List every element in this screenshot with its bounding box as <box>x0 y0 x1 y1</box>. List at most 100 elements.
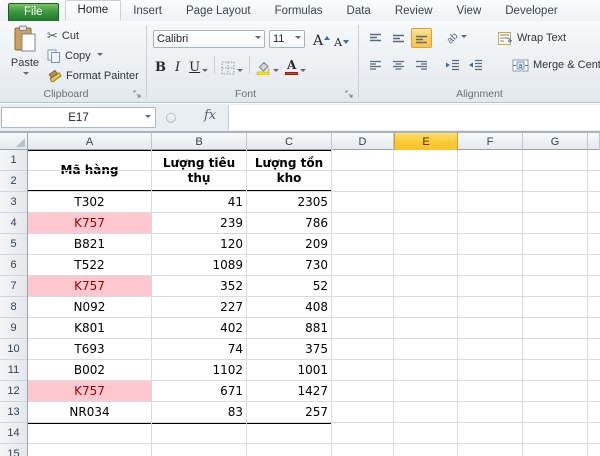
ribbon-tab-insert[interactable]: Insert <box>121 2 174 21</box>
consumption-cell[interactable]: 74 <box>152 339 247 359</box>
ribbon-tab-page-layout[interactable]: Page Layout <box>174 2 263 21</box>
row-header-13[interactable]: 13 <box>0 402 27 423</box>
format-painter-button[interactable]: Format Painter <box>47 66 139 86</box>
align-center-button[interactable] <box>388 55 409 75</box>
sheet-grid[interactable]: Mã hàng Lượng tiêu thụ Lượng tồn kho T302 41… <box>28 150 600 456</box>
font-dialog-launcher-icon[interactable] <box>345 90 354 99</box>
stock-cell[interactable]: 730 <box>247 255 332 275</box>
item-code-cell[interactable]: B821 <box>28 234 152 254</box>
fill-color-button[interactable] <box>256 55 280 75</box>
stock-cell[interactable]: 2305 <box>247 192 332 212</box>
row-header-4[interactable]: 4 <box>0 213 27 234</box>
borders-dropdown-icon[interactable] <box>237 69 244 75</box>
item-code-cell[interactable]: NR034 <box>28 402 152 422</box>
stock-cell[interactable]: 52 <box>247 276 332 296</box>
column-header-partial[interactable] <box>588 133 600 150</box>
wrap-text-button[interactable]: Wrap Text <box>498 31 566 45</box>
formula-input[interactable] <box>228 105 600 130</box>
row-header-2[interactable]: 2 <box>0 171 27 192</box>
stock-cell[interactable]: 408 <box>247 297 332 317</box>
increase-indent-button[interactable] <box>465 55 486 75</box>
ribbon-tab-data[interactable]: Data <box>335 2 383 21</box>
insert-function-button[interactable]: fx <box>204 108 216 123</box>
row-header-12[interactable]: 12 <box>0 381 27 402</box>
merge-center-button[interactable]: a Merge & Center <box>512 59 600 72</box>
row-header-6[interactable]: 6 <box>0 255 27 276</box>
italic-button[interactable]: I <box>172 55 183 75</box>
bold-button[interactable]: B <box>155 55 166 75</box>
consumption-cell[interactable]: 120 <box>152 234 247 254</box>
font-color-button[interactable]: A <box>285 55 307 75</box>
consumption-cell[interactable]: 227 <box>152 297 247 317</box>
consumption-cell[interactable]: 41 <box>152 192 247 212</box>
column-header-F[interactable]: F <box>458 133 523 150</box>
item-code-cell[interactable]: K757 <box>28 213 152 233</box>
ribbon-tab-home[interactable]: Home <box>64 0 122 21</box>
column-header-G[interactable]: G <box>523 133 588 150</box>
bottom-align-button[interactable] <box>411 28 432 48</box>
item-code-cell[interactable]: T302 <box>28 192 152 212</box>
shrink-font-button[interactable]: A <box>334 29 350 49</box>
decrease-indent-button[interactable] <box>442 55 463 75</box>
copy-button[interactable]: Copy <box>47 46 139 66</box>
paste-button[interactable]: Paste <box>5 25 45 95</box>
stock-cell[interactable]: 881 <box>247 318 332 338</box>
consumption-cell[interactable]: 239 <box>152 213 247 233</box>
column-header-B[interactable]: B <box>152 133 247 150</box>
row-header-14[interactable]: 14 <box>0 423 27 444</box>
name-box-resize-grip[interactable] <box>166 113 176 123</box>
name-box[interactable]: E17 <box>1 107 156 128</box>
stock-cell[interactable]: 1427 <box>247 381 332 401</box>
middle-align-button[interactable] <box>388 28 409 48</box>
column-header-C[interactable]: C <box>247 133 332 150</box>
ribbon-tab-view[interactable]: View <box>445 2 494 21</box>
paste-dropdown-icon[interactable] <box>23 72 29 78</box>
orientation-button[interactable]: ab <box>442 28 472 48</box>
align-right-button[interactable] <box>411 55 432 75</box>
consumption-cell[interactable]: 402 <box>152 318 247 338</box>
ribbon-tab-formulas[interactable]: Formulas <box>263 2 335 21</box>
copy-dropdown-icon[interactable] <box>96 53 103 59</box>
row-header-3[interactable]: 3 <box>0 192 27 213</box>
stock-cell[interactable]: 257 <box>247 402 332 422</box>
grow-font-button[interactable]: A <box>313 29 331 49</box>
consumption-cell[interactable]: 1102 <box>152 360 247 380</box>
column-header-E[interactable]: E <box>394 133 458 150</box>
clipboard-dialog-launcher-icon[interactable] <box>133 90 142 99</box>
underline-dropdown-icon[interactable] <box>202 69 209 75</box>
item-code-cell[interactable]: B002 <box>28 360 152 380</box>
row-header-10[interactable]: 10 <box>0 339 27 360</box>
column-header-A[interactable]: A <box>28 133 152 150</box>
font-color-dropdown-icon[interactable] <box>300 69 307 75</box>
item-code-cell[interactable]: N092 <box>28 297 152 317</box>
row-header-9[interactable]: 9 <box>0 318 27 339</box>
item-code-cell[interactable]: T693 <box>28 339 152 359</box>
stock-cell[interactable]: 786 <box>247 213 332 233</box>
row-header-8[interactable]: 8 <box>0 297 27 318</box>
ribbon-tab-review[interactable]: Review <box>383 2 445 21</box>
item-code-cell[interactable]: K757 <box>28 381 152 401</box>
font-name-select[interactable]: Calibri <box>153 30 265 48</box>
row-header-5[interactable]: 5 <box>0 234 27 255</box>
top-align-button[interactable] <box>365 28 386 48</box>
consumption-cell[interactable]: 671 <box>152 381 247 401</box>
row-header-15[interactable]: 15 <box>0 444 27 456</box>
item-code-cell[interactable]: K757 <box>28 276 152 296</box>
column-header-D[interactable]: D <box>332 133 394 150</box>
item-code-cell[interactable]: T522 <box>28 255 152 275</box>
consumption-cell[interactable]: 1089 <box>152 255 247 275</box>
align-left-button[interactable] <box>365 55 386 75</box>
cut-button[interactable]: ✂ Cut <box>47 26 139 46</box>
row-header-11[interactable]: 11 <box>0 360 27 381</box>
font-size-select[interactable]: 11 <box>269 30 305 48</box>
row-header-7[interactable]: 7 <box>0 276 27 297</box>
stock-cell[interactable]: 375 <box>247 339 332 359</box>
stock-cell[interactable]: 1001 <box>247 360 332 380</box>
borders-button[interactable] <box>221 55 244 75</box>
underline-button[interactable]: U <box>189 55 209 75</box>
fill-color-dropdown-icon[interactable] <box>273 69 280 75</box>
ribbon-tab-developer[interactable]: Developer <box>493 2 569 21</box>
consumption-cell[interactable]: 83 <box>152 402 247 422</box>
stock-cell[interactable]: 209 <box>247 234 332 254</box>
file-tab[interactable]: File <box>8 3 59 21</box>
